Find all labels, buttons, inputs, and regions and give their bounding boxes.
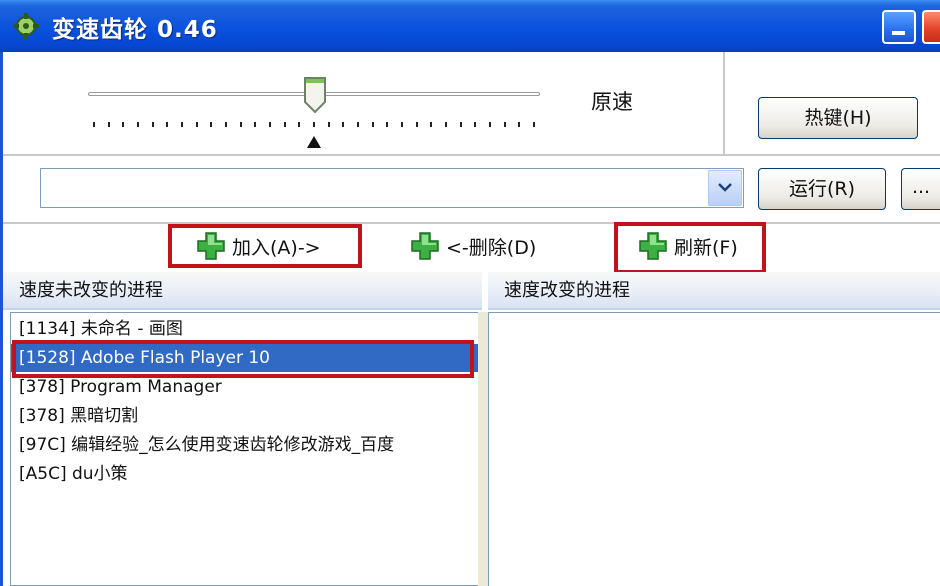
slider-tick (504, 122, 506, 127)
divider (3, 154, 940, 156)
slider-tick (284, 122, 286, 127)
changed-process-list[interactable] (488, 312, 940, 586)
list-splitter[interactable] (478, 312, 488, 586)
process-item[interactable]: [97C] 编辑经验_怎么使用变速齿轮修改游戏_百度 (11, 431, 481, 459)
refresh-label: 刷新(F) (674, 236, 738, 259)
plus-icon (639, 232, 667, 260)
slider-tick (166, 122, 168, 127)
slider-tick (489, 122, 491, 127)
slider-tick (430, 122, 432, 127)
window-title: 变速齿轮 0.46 (52, 17, 218, 43)
add-process-label: 加入(A)-> (232, 236, 321, 259)
slider-tick (357, 122, 359, 127)
speed-slider-area: 原速 (3, 52, 725, 154)
slider-tick (386, 122, 388, 127)
speed-label: 原速 (591, 90, 633, 114)
minimize-button[interactable] (882, 10, 916, 44)
slider-tick (445, 122, 447, 127)
plus-icon (411, 232, 439, 260)
slider-tick (240, 122, 242, 127)
app-gear-icon (13, 13, 39, 39)
slider-tick (298, 122, 300, 127)
plus-icon (197, 232, 225, 260)
hotkey-button[interactable]: 热键(H) (758, 97, 918, 139)
slider-tick (108, 122, 110, 127)
slider-tick (313, 122, 315, 127)
process-item[interactable]: [A5C] du小策 (11, 460, 481, 488)
chevron-down-icon (718, 183, 732, 192)
unchanged-process-list[interactable]: [1134] 未命名 - 画图 [1528] Adobe Flash Playe… (10, 312, 482, 586)
changed-list-header: 速度改变的进程 (488, 272, 940, 310)
process-item-selected[interactable]: [1528] Adobe Flash Player 10 (11, 344, 481, 372)
slider-tick (210, 122, 212, 127)
slider-tick (518, 122, 520, 127)
slider-tick (416, 122, 418, 127)
divider (3, 222, 940, 224)
slider-tick (474, 122, 476, 127)
combo-dropdown-button[interactable] (708, 170, 742, 206)
slider-tick (181, 122, 183, 127)
close-button[interactable] (922, 10, 940, 44)
remove-process-label: <-删除(D) (446, 236, 537, 259)
slider-tick (372, 122, 374, 127)
slider-tick (269, 122, 271, 127)
unchanged-list-header: 速度未改变的进程 (3, 272, 482, 310)
divider (723, 52, 725, 154)
slider-ticks (93, 122, 543, 128)
slider-tick (225, 122, 227, 127)
slider-tick (342, 122, 344, 127)
slider-tick (196, 122, 198, 127)
minimize-icon (892, 31, 905, 35)
speed-marker-icon (307, 136, 321, 148)
more-button[interactable]: ... (901, 168, 940, 210)
slider-tick (533, 122, 535, 127)
slider-tick (137, 122, 139, 127)
slider-tick (460, 122, 462, 127)
slider-tick (254, 122, 256, 127)
add-process-button[interactable]: 加入(A)-> (196, 228, 321, 264)
process-item[interactable]: [1134] 未命名 - 画图 (11, 315, 481, 343)
refresh-button[interactable]: 刷新(F) (638, 228, 738, 264)
title-bar[interactable]: 变速齿轮 0.46 (0, 0, 940, 52)
slider-tick (93, 122, 95, 127)
slider-tick (122, 122, 124, 127)
slider-tick (401, 122, 403, 127)
slider-tick (152, 122, 154, 127)
process-item[interactable]: [378] 黑暗切割 (11, 402, 481, 430)
slider-tick (328, 122, 330, 127)
process-combo[interactable] (40, 168, 744, 208)
process-item[interactable]: [378] Program Manager (11, 373, 481, 401)
remove-process-button[interactable]: <-删除(D) (410, 228, 536, 264)
speed-slider-thumb[interactable] (303, 76, 327, 114)
run-button[interactable]: 运行(R) (758, 168, 886, 210)
